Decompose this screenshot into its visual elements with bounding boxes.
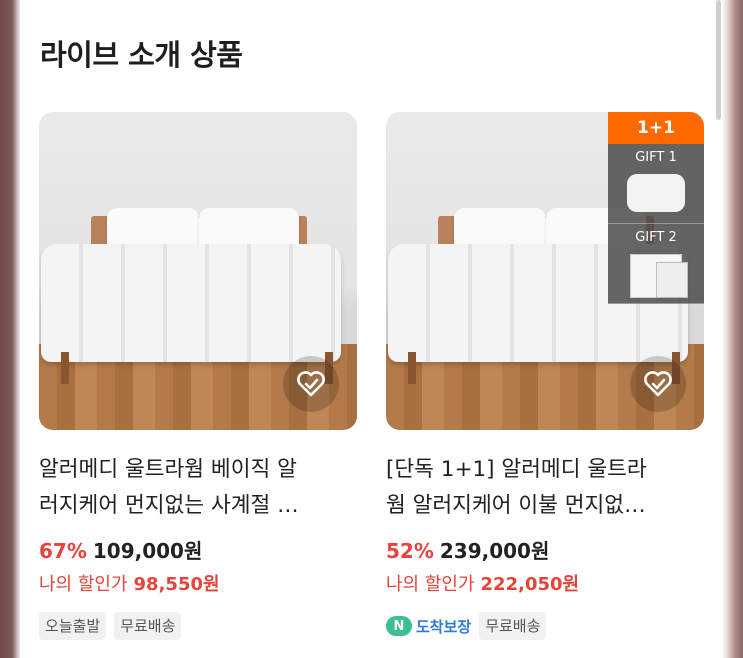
product-card-2[interactable]: 1+1 GIFT 1 GIFT 2 [단독 1+1] 알러메디 울트라 웜 알러…	[386, 112, 704, 640]
product-title-line: [단독 1+1] 알러메디 울트라	[386, 457, 647, 482]
my-discount-price: 222,050원	[480, 574, 580, 595]
product-title[interactable]: 알러메디 울트라웜 베이직 알 러지케어 먼지없는 사계절 …	[39, 452, 351, 524]
tag-free-shipping: 무료배송	[114, 612, 182, 640]
tag-free-shipping: 무료배송	[479, 612, 547, 640]
my-discount-row: 나의 할인가 222,050원	[386, 570, 579, 596]
product-title-line: 알러메디 울트라웜 베이직 알	[39, 457, 297, 482]
product-title-line: 웜 알러지케어 이불 먼지없…	[386, 493, 646, 518]
tag-list: 오늘출발 무료배송	[39, 612, 182, 640]
arrival-guarantee: N 도착보장	[386, 612, 471, 640]
gift-label: GIFT 2	[635, 230, 677, 245]
promo-badge-stack: 1+1 GIFT 1 GIFT 2	[608, 112, 704, 304]
price: 239,000원	[439, 539, 550, 563]
section-title: 라이브 소개 상품	[40, 38, 243, 72]
discount-rate: 67%	[39, 539, 87, 563]
duvet	[41, 244, 341, 362]
gift-sheet-image	[656, 262, 688, 298]
arrival-guarantee-icon: N	[386, 616, 412, 636]
product-image[interactable]: 1+1 GIFT 1 GIFT 2	[386, 112, 704, 430]
wishlist-button[interactable]	[283, 356, 339, 412]
product-title-line: 러지케어 먼지없는 사계절 …	[39, 493, 299, 518]
my-discount-label: 나의 할인가	[386, 574, 475, 595]
heart-check-icon	[644, 371, 672, 397]
gift-2: GIFT 2	[608, 224, 704, 304]
my-discount-label: 나의 할인가	[39, 574, 128, 595]
discount-rate: 52%	[386, 539, 434, 563]
gift-label: GIFT 1	[635, 150, 677, 165]
tag-today-shipping: 오늘출발	[39, 612, 107, 640]
price-row: 52% 239,000원	[386, 535, 549, 564]
my-discount-price: 98,550원	[133, 574, 220, 595]
price: 109,000원	[92, 539, 203, 563]
my-discount-row: 나의 할인가 98,550원	[39, 570, 220, 596]
one-plus-one-badge: 1+1	[608, 112, 704, 144]
product-image[interactable]	[39, 112, 357, 430]
bed-leg	[61, 352, 69, 384]
product-title[interactable]: [단독 1+1] 알러메디 울트라 웜 알러지케어 이불 먼지없…	[386, 452, 698, 524]
tag-list: N 도착보장 무료배송	[386, 612, 547, 640]
live-products-panel: 라이브 소개 상품 알러메디 울트라웜 베이직 알 러지케어 먼지없는 사계절 …	[20, 0, 723, 658]
scroll-indicator[interactable]	[716, 0, 721, 120]
wishlist-button[interactable]	[630, 356, 686, 412]
product-card-1[interactable]: 알러메디 울트라웜 베이직 알 러지케어 먼지없는 사계절 … 67% 109,0…	[39, 112, 357, 640]
bed-leg	[408, 352, 416, 384]
arrival-guarantee-label: 도착보장	[416, 617, 472, 636]
heart-check-icon	[297, 371, 325, 397]
gift-1: GIFT 1	[608, 144, 704, 224]
gift-pillow-image	[627, 174, 685, 212]
price-row: 67% 109,000원	[39, 535, 202, 564]
